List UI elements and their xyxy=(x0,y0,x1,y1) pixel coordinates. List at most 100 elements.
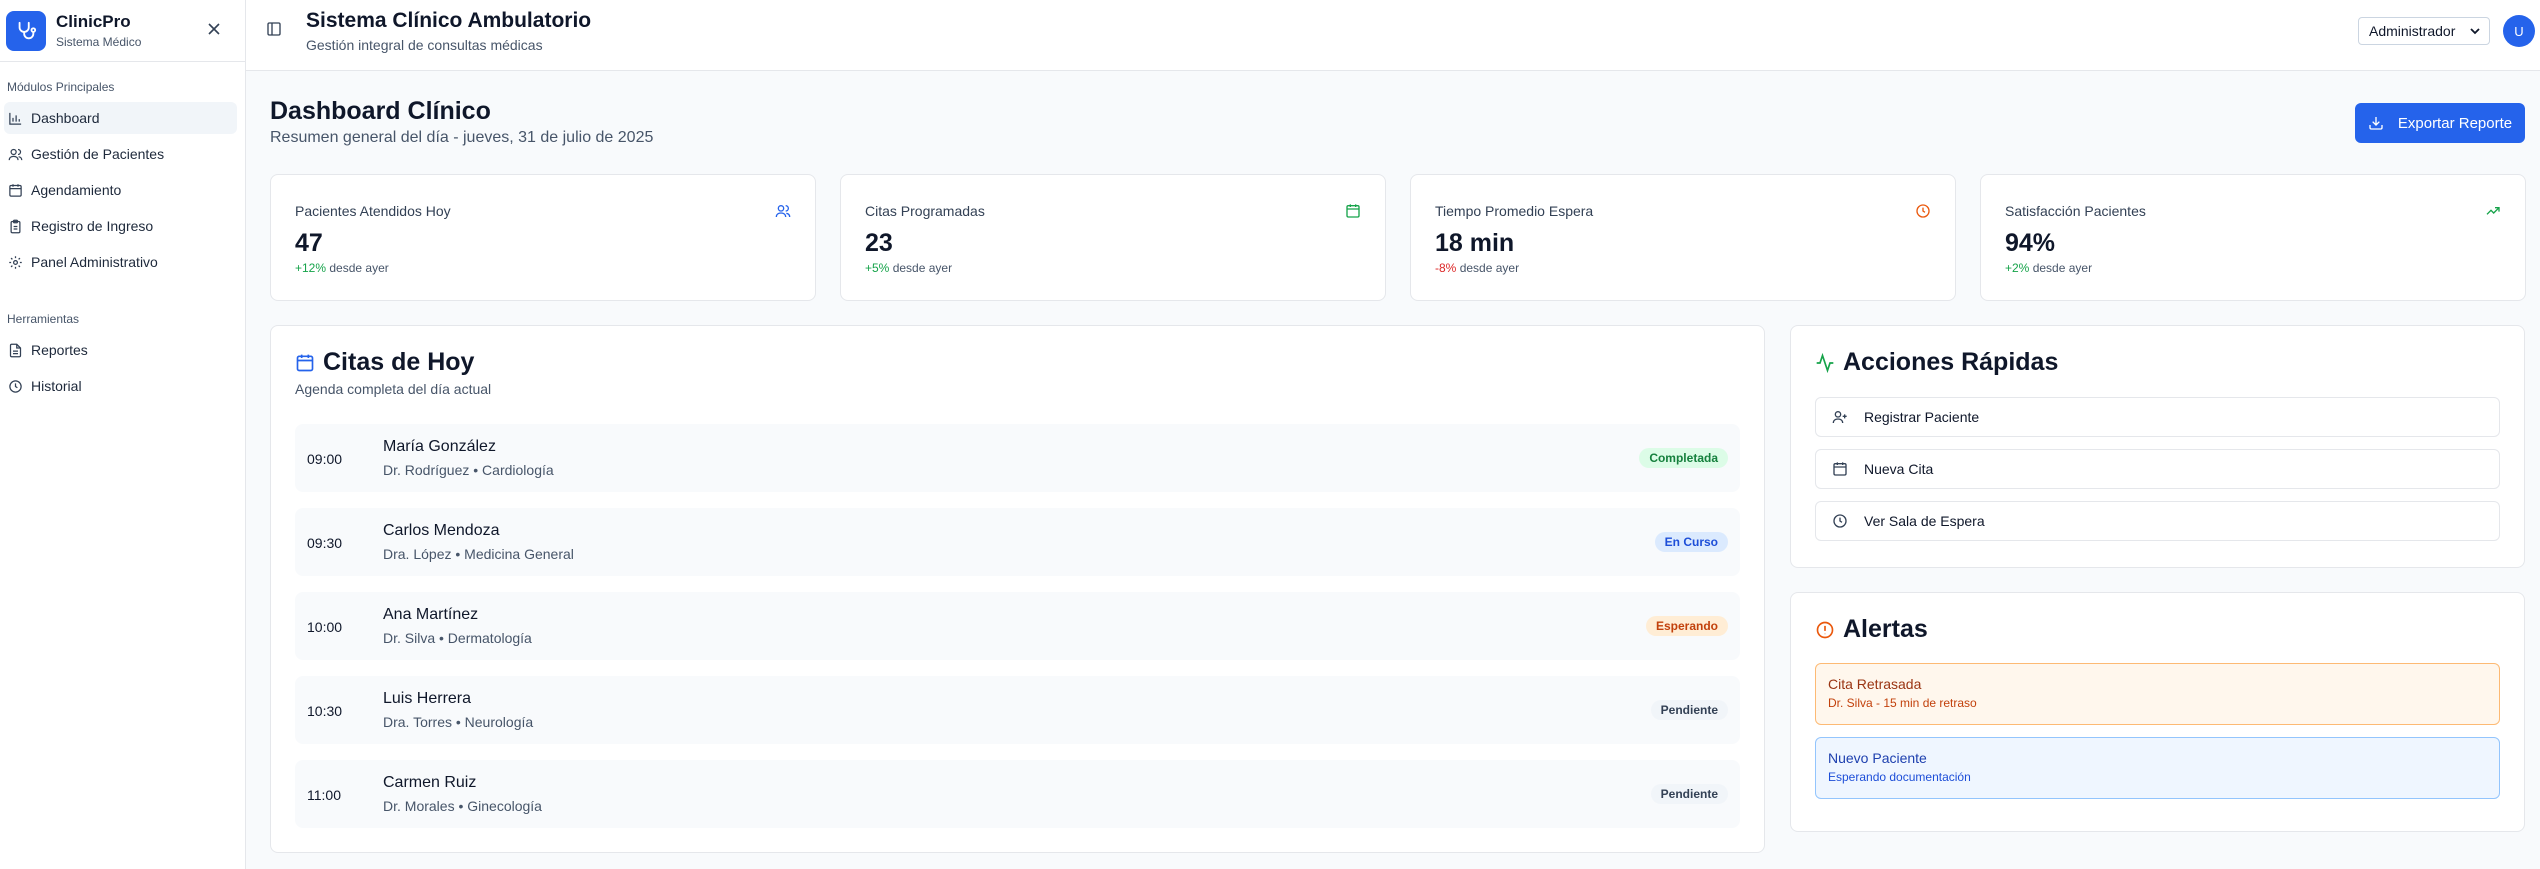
clock-icon xyxy=(1915,203,1931,219)
appointment-detail: Dra. Torres • Neurología xyxy=(383,714,534,730)
file-icon xyxy=(7,342,23,358)
new-appointment-label: Nueva Cita xyxy=(1864,461,1934,477)
appointment-row[interactable]: 09:30 Carlos Mendoza Dra. López • Medici… xyxy=(295,508,1740,576)
status-badge: Pendiente xyxy=(1650,700,1728,720)
appointment-row[interactable]: 09:00 María González Dr. Rodríguez • Car… xyxy=(295,424,1740,492)
alert-circle-icon xyxy=(1815,620,1835,640)
waiting-room-label: Ver Sala de Espera xyxy=(1864,513,1985,529)
quick-actions-card: Acciones Rápidas Registrar Paciente Nuev… xyxy=(1790,325,2525,568)
gear-icon xyxy=(7,254,23,270)
trending-up-icon xyxy=(2485,203,2501,219)
brand-subtitle: Sistema Médico xyxy=(56,35,142,49)
stat-card-satisfaction: Satisfacción Pacientes 94% +2% desde aye… xyxy=(1980,174,2526,301)
stat-value: 94% xyxy=(2005,229,2056,257)
patient-name: Carlos Mendoza xyxy=(383,522,500,539)
appointment-time: 09:00 xyxy=(307,451,343,467)
export-report-button[interactable]: Exportar Reporte xyxy=(2355,103,2525,143)
status-badge: Esperando xyxy=(1645,616,1728,636)
appointment-row[interactable]: 10:00 Ana Martínez Dr. Silva • Dermatolo… xyxy=(295,592,1740,660)
alert-title: Nuevo Paciente xyxy=(1828,750,1927,766)
alert-text: Dr. Silva - 15 min de retraso xyxy=(1828,696,1977,710)
appointments-subtitle: Agenda completa del día actual xyxy=(295,381,492,397)
activity-icon xyxy=(1815,352,1835,373)
page-subtitle: Resumen general del día - jueves, 31 de … xyxy=(270,129,654,146)
appointment-row[interactable]: 11:00 Carmen Ruiz Dr. Morales • Ginecolo… xyxy=(295,760,1740,828)
sidebar-item-label: Historial xyxy=(31,378,82,394)
stat-delta: +5% desde ayer xyxy=(865,261,952,275)
brand: ClinicPro Sistema Médico xyxy=(0,0,245,62)
quick-actions-title: Acciones Rápidas xyxy=(1815,348,2058,377)
delta-text: desde ayer xyxy=(1459,261,1520,275)
appointment-detail: Dr. Rodríguez • Cardiología xyxy=(383,462,554,478)
delta-percent: +5% xyxy=(865,261,890,275)
bar-chart-icon xyxy=(7,110,23,126)
alert-new-patient[interactable]: Nuevo Paciente Esperando documentación xyxy=(1815,737,2500,799)
status-badge: Pendiente xyxy=(1650,784,1728,804)
avatar[interactable]: U xyxy=(2503,15,2535,47)
page-title: Dashboard Clínico xyxy=(270,97,491,125)
close-sidebar-button[interactable] xyxy=(203,18,225,40)
stat-card-wait-time: Tiempo Promedio Espera 18 min -8% desde … xyxy=(1410,174,1956,301)
delta-text: desde ayer xyxy=(2032,261,2093,275)
stat-delta: +2% desde ayer xyxy=(2005,261,2092,275)
stethoscope-icon xyxy=(6,10,46,51)
user-plus-icon xyxy=(1832,409,1848,425)
main-content: Dashboard Clínico Resumen general del dí… xyxy=(246,71,2540,869)
sidebar-item-label: Agendamiento xyxy=(31,182,122,198)
appointment-detail: Dra. López • Medicina General xyxy=(383,546,574,562)
status-badge: En Curso xyxy=(1654,532,1728,552)
waiting-room-button[interactable]: Ver Sala de Espera xyxy=(1815,501,2500,541)
sidebar-item-reports[interactable]: Reportes xyxy=(4,334,237,366)
clock-icon xyxy=(1832,513,1848,529)
register-patient-label: Registrar Paciente xyxy=(1864,409,1980,425)
alerts-title-text: Alertas xyxy=(1843,615,1928,643)
appointments-title-text: Citas de Hoy xyxy=(323,348,475,376)
clipboard-icon xyxy=(7,218,23,234)
appointment-time: 09:30 xyxy=(307,535,343,551)
appointments-title: Citas de Hoy xyxy=(295,348,474,377)
appointment-detail: Dr. Silva • Dermatología xyxy=(383,630,532,646)
role-select-value: Administrador xyxy=(2369,23,2456,39)
users-icon xyxy=(775,203,791,219)
stat-label: Citas Programadas xyxy=(865,203,985,219)
alerts-card: Alertas Cita Retrasada Dr. Silva - 15 mi… xyxy=(1790,592,2525,832)
alert-title: Cita Retrasada xyxy=(1828,676,1922,692)
stat-delta: +12% desde ayer xyxy=(295,261,389,275)
stat-value: 47 xyxy=(295,229,323,257)
stat-label: Pacientes Atendidos Hoy xyxy=(295,203,451,219)
stat-label: Satisfacción Pacientes xyxy=(2005,203,2146,219)
export-report-label: Exportar Reporte xyxy=(2397,114,2513,132)
sidebar: ClinicPro Sistema Médico Módulos Princip… xyxy=(0,0,246,869)
new-appointment-button[interactable]: Nueva Cita xyxy=(1815,449,2500,489)
role-select[interactable]: Administrador xyxy=(2358,17,2490,45)
sidebar-item-label: Gestión de Pacientes xyxy=(31,146,165,162)
sidebar-item-label: Registro de Ingreso xyxy=(31,218,154,234)
appointment-time: 10:00 xyxy=(307,619,343,635)
app-subtitle: Gestión integral de consultas médicas xyxy=(306,37,543,53)
sidebar-item-label: Reportes xyxy=(31,342,88,358)
register-patient-button[interactable]: Registrar Paciente xyxy=(1815,397,2500,437)
alert-delayed[interactable]: Cita Retrasada Dr. Silva - 15 min de ret… xyxy=(1815,663,2500,725)
sidebar-item-patients[interactable]: Gestión de Pacientes xyxy=(4,138,237,170)
users-icon xyxy=(7,146,23,162)
delta-text: desde ayer xyxy=(329,261,389,275)
patient-name: Luis Herrera xyxy=(383,690,472,707)
delta-percent: +2% xyxy=(2005,261,2030,275)
sidebar-toggle-button[interactable] xyxy=(266,21,284,39)
calendar-icon xyxy=(7,182,23,198)
sidebar-item-scheduling[interactable]: Agendamiento xyxy=(4,174,237,206)
sidebar-item-dashboard[interactable]: Dashboard xyxy=(4,102,237,134)
appointments-card: Citas de Hoy Agenda completa del día act… xyxy=(270,325,1765,853)
stat-value: 23 xyxy=(865,229,893,257)
chevron-down-icon xyxy=(2470,28,2480,35)
delta-text: desde ayer xyxy=(892,261,953,275)
stat-value: 18 min xyxy=(1435,229,1515,257)
sidebar-item-history[interactable]: Historial xyxy=(4,370,237,402)
appointment-row[interactable]: 10:30 Luis Herrera Dra. Torres • Neurolo… xyxy=(295,676,1740,744)
alerts-title: Alertas xyxy=(1815,615,1928,644)
patient-name: Carmen Ruiz xyxy=(383,774,477,791)
quick-actions-title-text: Acciones Rápidas xyxy=(1843,348,2059,376)
brand-name: ClinicPro xyxy=(56,12,131,31)
sidebar-item-admin[interactable]: Panel Administrativo xyxy=(4,246,237,278)
sidebar-item-intake[interactable]: Registro de Ingreso xyxy=(4,210,237,242)
